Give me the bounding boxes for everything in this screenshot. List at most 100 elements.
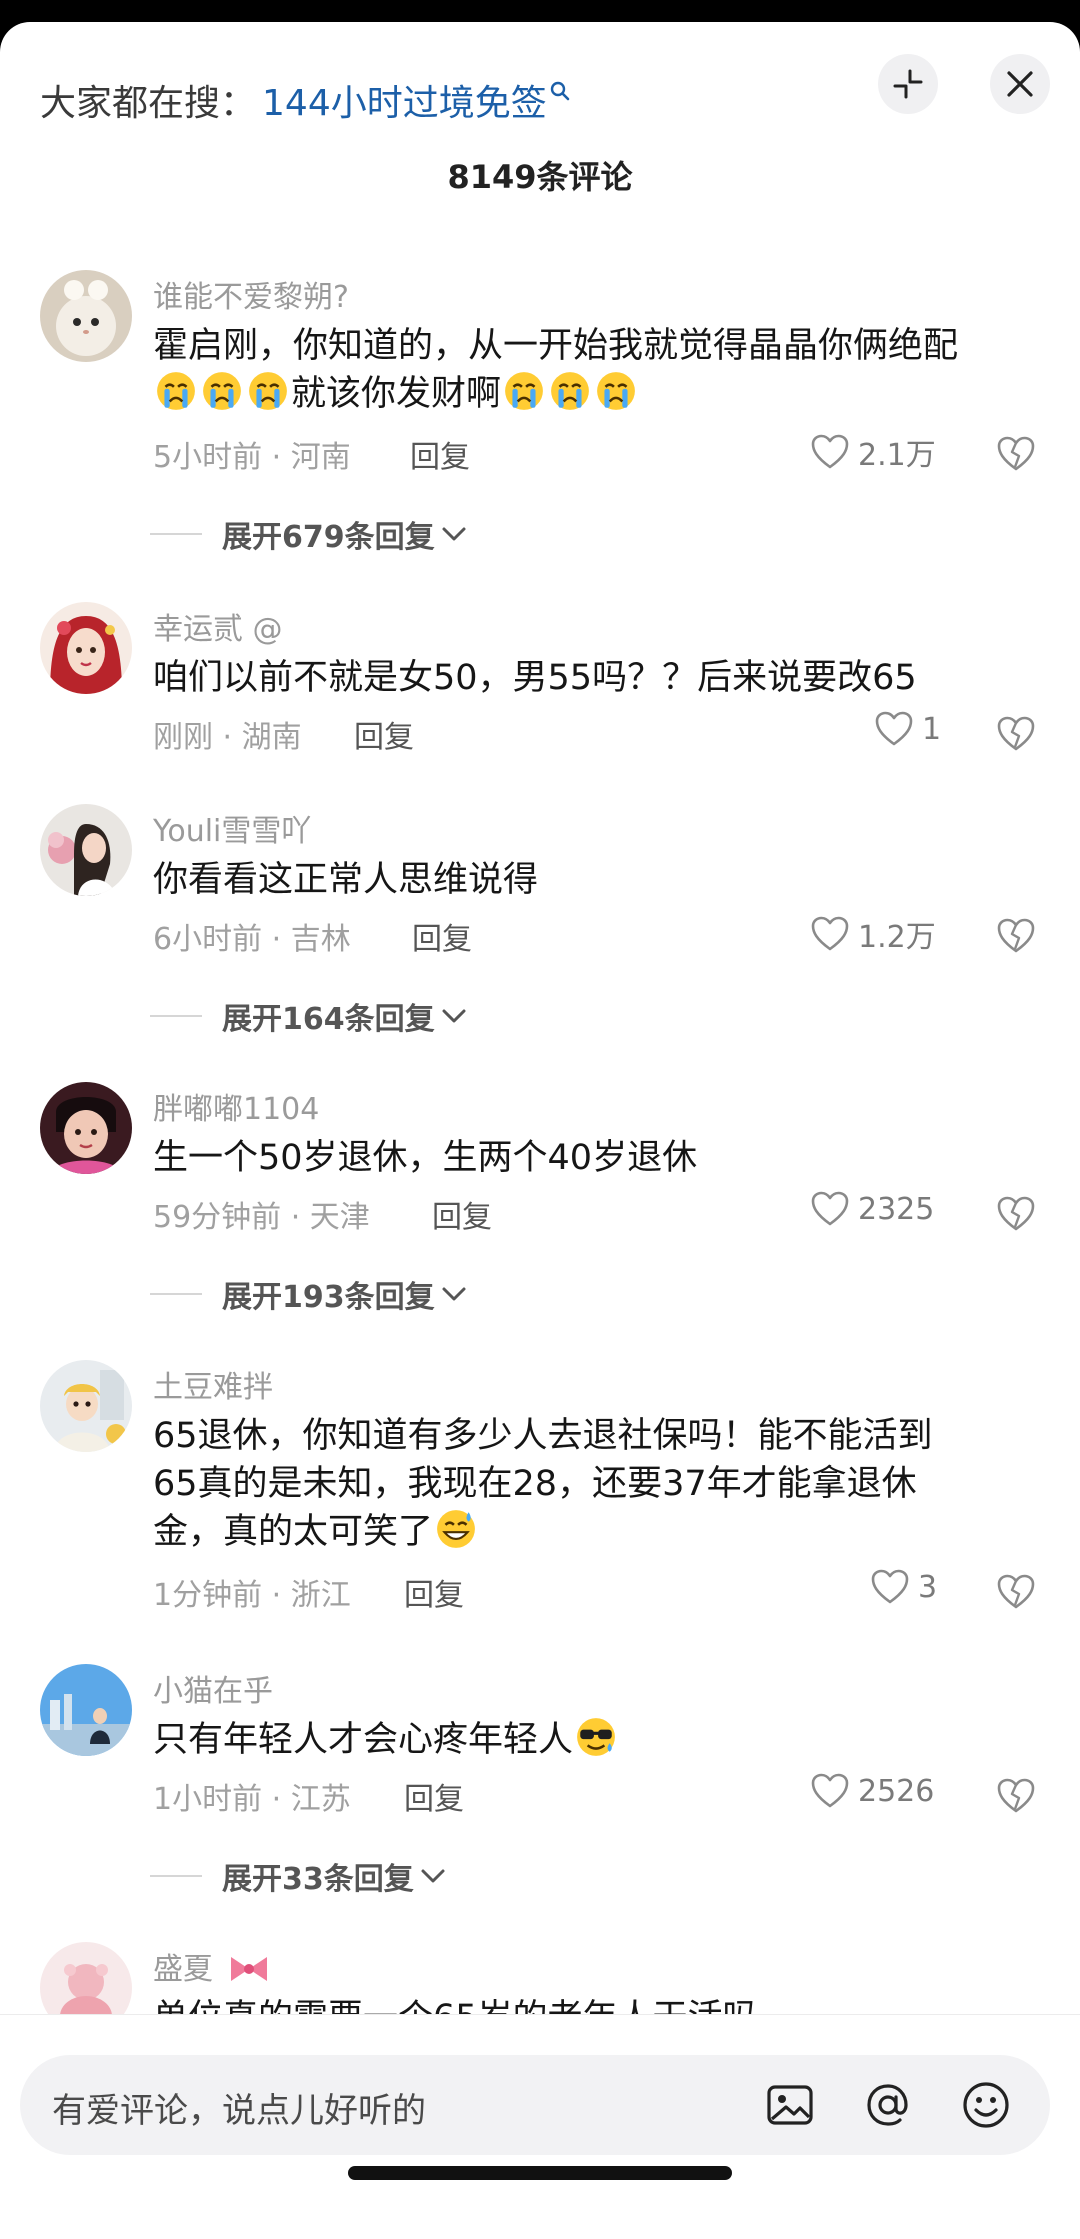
expand-replies-button[interactable]: 展开164条回复 <box>150 994 469 1038</box>
heart-icon <box>811 434 849 469</box>
username-text: 盛夏 <box>153 1952 213 1987</box>
divider <box>150 1293 202 1295</box>
divider <box>150 533 202 535</box>
like-count: 2.1万 <box>858 438 936 473</box>
broken-heart-icon[interactable] <box>996 714 1036 754</box>
comment-text-line: 霍启刚，你知道的，从一开始我就觉得晶晶你俩绝配 <box>153 326 959 366</box>
reply-button[interactable]: 回复 <box>354 712 414 756</box>
comment-text: 霍启刚，你知道的，从一开始我就觉得晶晶你俩绝配 就该你发财啊 <box>153 322 1033 418</box>
avatar[interactable] <box>40 1082 132 1174</box>
comment-username[interactable]: 小猫在乎 <box>153 1666 273 1710</box>
chevron-down-icon <box>442 1009 466 1023</box>
broken-heart-icon[interactable] <box>996 1572 1036 1612</box>
comment-text-segment: 金，真的太可笑了 <box>153 1512 434 1552</box>
hot-search-bar[interactable]: 大家都在搜： 144小时过境免签 <box>40 60 571 140</box>
hot-search-query[interactable]: 144小时过境免签 <box>262 74 547 126</box>
avatar[interactable] <box>40 270 132 362</box>
comment-text: 生一个50岁退休，生两个40岁退休 <box>153 1138 698 1178</box>
comment-count-title: 8149条评论 <box>447 158 633 196</box>
comment-item: 土豆难拌 65退休，你知道有多少人去退社保吗！能不能活到 65真的是未知，我现在… <box>0 1340 1080 1613</box>
reply-button[interactable]: 回复 <box>432 1192 492 1236</box>
home-indicator <box>348 2166 732 2180</box>
comment-text-line: 就该你发财啊 <box>153 370 1033 418</box>
like-button[interactable]: 2526 <box>810 1772 934 1810</box>
like-count: 1 <box>922 711 942 747</box>
crying-emoji-icon <box>153 372 199 414</box>
expand-replies-label: 展开193条回复 <box>222 1280 435 1315</box>
bow-icon <box>230 1957 267 1981</box>
comment-item: 幸运贰 @ 咱们以前不就是女50，男55吗？？后来说要改65 刚刚 · 湖南 回… <box>0 582 1080 755</box>
heart-icon <box>875 711 913 746</box>
comment-text: 你看看这正常人思维说得 <box>153 860 539 900</box>
crying-emoji-icon <box>199 372 245 414</box>
comment-username[interactable]: 幸运贰 @ <box>153 604 283 648</box>
chevron-down-icon <box>421 1869 445 1883</box>
reply-button[interactable]: 回复 <box>412 914 472 958</box>
avatar[interactable] <box>40 804 132 896</box>
emoji-icon[interactable] <box>958 2077 1014 2133</box>
collapse-button[interactable] <box>878 54 938 114</box>
broken-heart-icon[interactable] <box>996 1194 1036 1234</box>
comment-username[interactable]: Youli雪雪吖 <box>153 806 311 850</box>
comment-text-line: 金，真的太可笑了 <box>153 1508 1033 1556</box>
comment-text: 只有年轻人才会心疼年轻人 <box>153 1716 1033 1764</box>
comment-item: Youli雪雪吖 你看看这正常人思维说得 6小时前 · 吉林 回复 1.2万 展… <box>0 784 1080 1037</box>
expand-replies-button[interactable]: 展开193条回复 <box>150 1272 469 1316</box>
expand-replies-label: 展开33条回复 <box>222 1862 414 1897</box>
reply-button[interactable]: 回复 <box>404 1774 464 1818</box>
like-count: 1.2万 <box>858 920 936 955</box>
comment-username[interactable]: 胖嘟嘟1104 <box>153 1084 319 1128</box>
broken-heart-icon[interactable] <box>996 1776 1036 1816</box>
crying-emoji-icon <box>593 372 639 414</box>
close-button[interactable] <box>990 54 1050 114</box>
comment-text-line: 65退休，你知道有多少人去退社保吗！能不能活到 <box>153 1416 933 1456</box>
crying-emoji-icon <box>501 372 547 414</box>
comment-username[interactable]: 盛夏 <box>153 1944 271 1988</box>
comment-text: 65退休，你知道有多少人去退社保吗！能不能活到 65真的是未知，我现在28，还要… <box>153 1412 1033 1556</box>
comment-item: 胖嘟嘟1104 生一个50岁退休，生两个40岁退休 59分钟前 · 天津 回复 … <box>0 1062 1080 1315</box>
reply-button[interactable]: 回复 <box>404 1570 464 1614</box>
at-icon[interactable] <box>860 2077 916 2133</box>
avatar[interactable] <box>40 1360 132 1452</box>
comment-sheet: 大家都在搜： 144小时过境免签 8149条评论 谁能不爱黎朔? 霍启刚，你知道… <box>0 22 1080 2239</box>
comment-text-segment: 只有年轻人才会心疼年轻人 <box>153 1720 574 1760</box>
hot-search-label: 大家都在搜： <box>40 83 257 124</box>
comment-item: 小猫在乎 只有年轻人才会心疼年轻人 1小时前 · 江苏 回复 2526 展开33… <box>0 1644 1080 1904</box>
broken-heart-icon[interactable] <box>996 916 1036 956</box>
avatar[interactable] <box>40 1664 132 1756</box>
comment-username[interactable]: 土豆难拌 <box>153 1362 273 1406</box>
like-button[interactable]: 3 <box>870 1568 937 1606</box>
comment-username[interactable]: 谁能不爱黎朔? <box>153 272 349 316</box>
broken-heart-icon[interactable] <box>996 434 1036 474</box>
comment-meta: 1小时前 · 江苏 <box>153 1782 351 1817</box>
like-button[interactable]: 2325 <box>810 1190 934 1228</box>
collapse-icon <box>893 69 923 99</box>
like-count: 2325 <box>858 1191 935 1227</box>
comment-text: 咱们以前不就是女50，男55吗？？后来说要改65 <box>153 658 917 698</box>
sunglasses-emoji-icon <box>573 1718 619 1760</box>
comment-text-line: 65真的是未知，我现在28，还要37年才能拿退休 <box>153 1464 917 1504</box>
like-count: 2526 <box>858 1773 935 1809</box>
heart-icon <box>871 1569 909 1604</box>
heart-icon <box>811 916 849 951</box>
comment-meta: 5小时前 · 河南 <box>153 440 351 475</box>
like-button[interactable]: 1.2万 <box>810 912 936 956</box>
like-button[interactable]: 1 <box>874 710 941 748</box>
crying-emoji-icon <box>245 372 291 414</box>
comment-meta: 6小时前 · 吉林 <box>153 922 351 957</box>
crying-emoji-icon <box>547 372 593 414</box>
image-icon[interactable] <box>762 2077 818 2133</box>
comment-input[interactable]: 有爱评论，说点儿好听的 <box>20 2055 1050 2155</box>
sweat-smile-emoji-icon <box>433 1510 479 1552</box>
like-count: 3 <box>918 1569 938 1605</box>
comment-meta: 59分钟前 · 天津 <box>153 1200 370 1235</box>
heart-icon <box>811 1191 849 1226</box>
expand-replies-button[interactable]: 展开33条回复 <box>150 1854 448 1898</box>
like-button[interactable]: 2.1万 <box>810 430 936 474</box>
reply-button[interactable]: 回复 <box>410 432 470 476</box>
divider <box>150 1015 202 1017</box>
expand-replies-button[interactable]: 展开679条回复 <box>150 512 469 556</box>
expand-replies-label: 展开164条回复 <box>222 1002 435 1037</box>
avatar[interactable] <box>40 602 132 694</box>
comment-text-segment: 就该你发财啊 <box>291 374 502 414</box>
